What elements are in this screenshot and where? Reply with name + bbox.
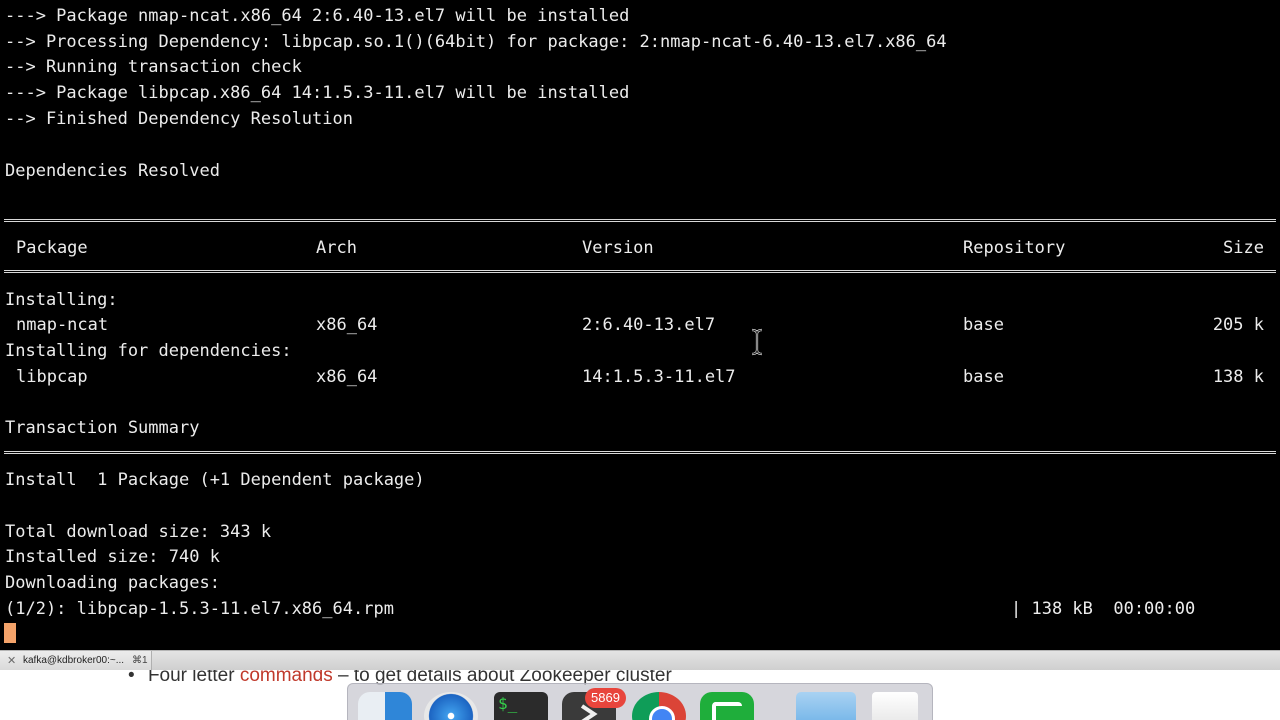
- row-repository: base: [963, 367, 1004, 387]
- screen: ---> Package nmap-ncat.x86_64 2:6.40-13.…: [0, 0, 1280, 720]
- green-app-icon[interactable]: [700, 692, 754, 720]
- finder-icon[interactable]: [358, 692, 412, 720]
- safari-icon[interactable]: [424, 692, 478, 720]
- output-line: ---> Package libpcap.x86_64 14:1.5.3-11.…: [5, 83, 630, 103]
- chrome-center-icon: [649, 706, 675, 720]
- separator-rule: [4, 219, 1276, 222]
- col-header-repository: Repository: [963, 238, 1066, 258]
- terminal-tab[interactable]: ✕ kafka@kdbroker00:~... ⌘1: [0, 651, 152, 670]
- row-size: 205 k: [1212, 315, 1264, 335]
- separator-rule: [4, 270, 1276, 273]
- tab-title: kafka@kdbroker00:~...: [23, 655, 125, 666]
- total-download-size: Total download size: 343 k: [5, 522, 272, 542]
- row-size: 138 k: [1212, 367, 1264, 387]
- folder-icon[interactable]: [796, 692, 856, 720]
- output-line: --> Running transaction check: [5, 57, 302, 77]
- row-package: libpcap: [16, 367, 88, 387]
- terminal-icon[interactable]: $_: [494, 692, 548, 720]
- bullet-text-before: Four letter: [147, 670, 240, 686]
- col-header-size: Size: [1223, 238, 1264, 258]
- download-status: | 138 kB 00:00:00: [1011, 599, 1196, 619]
- ibeam-cursor-icon: [751, 328, 763, 356]
- download-file-name: (1/2): libpcap-1.5.3-11.el7.x86_64.rpm: [5, 599, 394, 619]
- col-header-version: Version: [582, 238, 654, 258]
- tab-shortcut: ⌘1: [132, 655, 148, 666]
- green-app-glyph: [712, 702, 742, 720]
- output-line: --> Finished Dependency Resolution: [5, 109, 353, 129]
- install-summary-line: Install 1 Package (+1 Dependent package): [5, 470, 425, 490]
- row-arch: x86_64: [316, 315, 378, 335]
- terminal-cursor: [4, 623, 16, 643]
- trash-icon[interactable]: [872, 692, 918, 720]
- chrome-icon[interactable]: [632, 692, 686, 720]
- transaction-summary-title: Transaction Summary: [5, 418, 200, 438]
- installed-size: Installed size: 740 k: [5, 547, 220, 567]
- deps-resolved-text: Dependencies Resolved: [5, 161, 220, 181]
- dock: $_: [347, 683, 933, 720]
- separator-rule: [4, 451, 1276, 454]
- row-version: 2:6.40-13.el7: [582, 315, 716, 335]
- output-line: --> Processing Dependency: libpcap.so.1(…: [5, 32, 947, 52]
- row-repository: base: [963, 315, 1004, 335]
- bullet-glyph: •: [128, 670, 135, 686]
- terminal-prompt-glyph: $_: [498, 694, 518, 713]
- row-version: 14:1.5.3-11.el7: [582, 367, 736, 387]
- downloading-packages: Downloading packages:: [5, 573, 220, 593]
- col-header-package: Package: [16, 238, 88, 258]
- notification-badge: 5869: [585, 688, 626, 708]
- installing-label: Installing:: [5, 290, 118, 310]
- terminal-window[interactable]: ---> Package nmap-ncat.x86_64 2:6.40-13.…: [0, 0, 1280, 650]
- row-package: nmap-ncat: [16, 315, 109, 335]
- commands-keyword[interactable]: commands: [240, 670, 333, 686]
- col-header-arch: Arch: [316, 238, 357, 258]
- output-line: ---> Package nmap-ncat.x86_64 2:6.40-13.…: [5, 6, 630, 26]
- terminal-tab-bar: ✕ kafka@kdbroker00:~... ⌘1: [0, 650, 1280, 670]
- installing-deps-label: Installing for dependencies:: [5, 341, 292, 361]
- close-icon[interactable]: ✕: [7, 652, 16, 669]
- row-arch: x86_64: [316, 367, 378, 387]
